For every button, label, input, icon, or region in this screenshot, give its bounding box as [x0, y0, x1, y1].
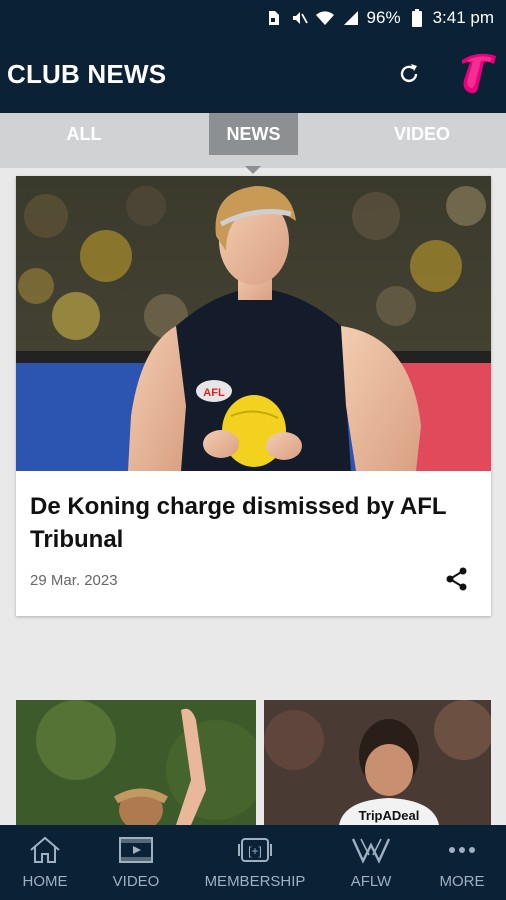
page-title: CLUB NEWS — [7, 59, 167, 89]
home-icon — [30, 836, 60, 863]
bottom-nav: HOME VIDEO [+] MEMBERSHIP AFLW MORE — [0, 825, 506, 900]
clock: 3:41 pm — [432, 8, 494, 27]
nav-home-label: HOME — [22, 873, 68, 890]
battery-percent: 96% — [366, 8, 401, 27]
nav-home[interactable]: HOME — [0, 825, 90, 900]
video-icon — [119, 837, 153, 863]
svg-text:[+]: [+] — [248, 844, 262, 858]
status-bar: 96% 3:41 pm — [0, 0, 506, 36]
wifi-icon — [315, 8, 335, 28]
battery-icon — [407, 8, 427, 28]
news-headline[interactable]: De Koning charge dismissed by AFL Tribun… — [30, 490, 470, 556]
aflw-icon — [351, 838, 391, 864]
tab-bar: ALL NEWS VIDEO — [0, 113, 506, 168]
refresh-button[interactable] — [391, 56, 427, 92]
nav-video[interactable]: VIDEO — [90, 825, 182, 900]
nav-membership[interactable]: [+] MEMBERSHIP — [195, 825, 315, 900]
nav-aflw[interactable]: AFLW — [325, 825, 417, 900]
tab-news[interactable]: NEWS — [209, 113, 298, 155]
mute-icon — [289, 8, 309, 28]
signal-icon — [341, 8, 361, 28]
share-icon — [446, 567, 467, 591]
news-thumbnail-right[interactable]: TripADeal — [264, 700, 491, 825]
membership-icon: [+] — [238, 838, 272, 862]
sim-icon — [263, 8, 283, 28]
active-tab-indicator — [245, 166, 261, 174]
app-bar: CLUB NEWS — [0, 36, 506, 113]
tab-all[interactable]: ALL — [0, 113, 168, 155]
nav-aflw-label: AFLW — [350, 873, 392, 890]
nav-more-label: MORE — [439, 873, 485, 890]
nav-more[interactable]: MORE — [418, 825, 506, 900]
nav-video-label: VIDEO — [112, 873, 160, 890]
refresh-icon — [400, 64, 418, 83]
tab-video[interactable]: VIDEO — [338, 113, 506, 155]
news-date: 29 Mar. 2023 — [30, 572, 118, 589]
nav-membership-label: MEMBERSHIP — [204, 873, 306, 890]
news-card-image: AFL — [16, 176, 491, 471]
news-thumbnail-left[interactable] — [16, 700, 256, 825]
telstra-logo[interactable] — [458, 50, 498, 96]
news-card[interactable]: AFL De Koning charge dismissed by AFL Tr… — [16, 176, 491, 616]
more-icon — [449, 847, 475, 853]
jersey-sponsor-text: TripADeal — [359, 808, 420, 823]
jersey-afl-text: AFL — [203, 387, 225, 399]
share-button[interactable] — [444, 566, 470, 592]
